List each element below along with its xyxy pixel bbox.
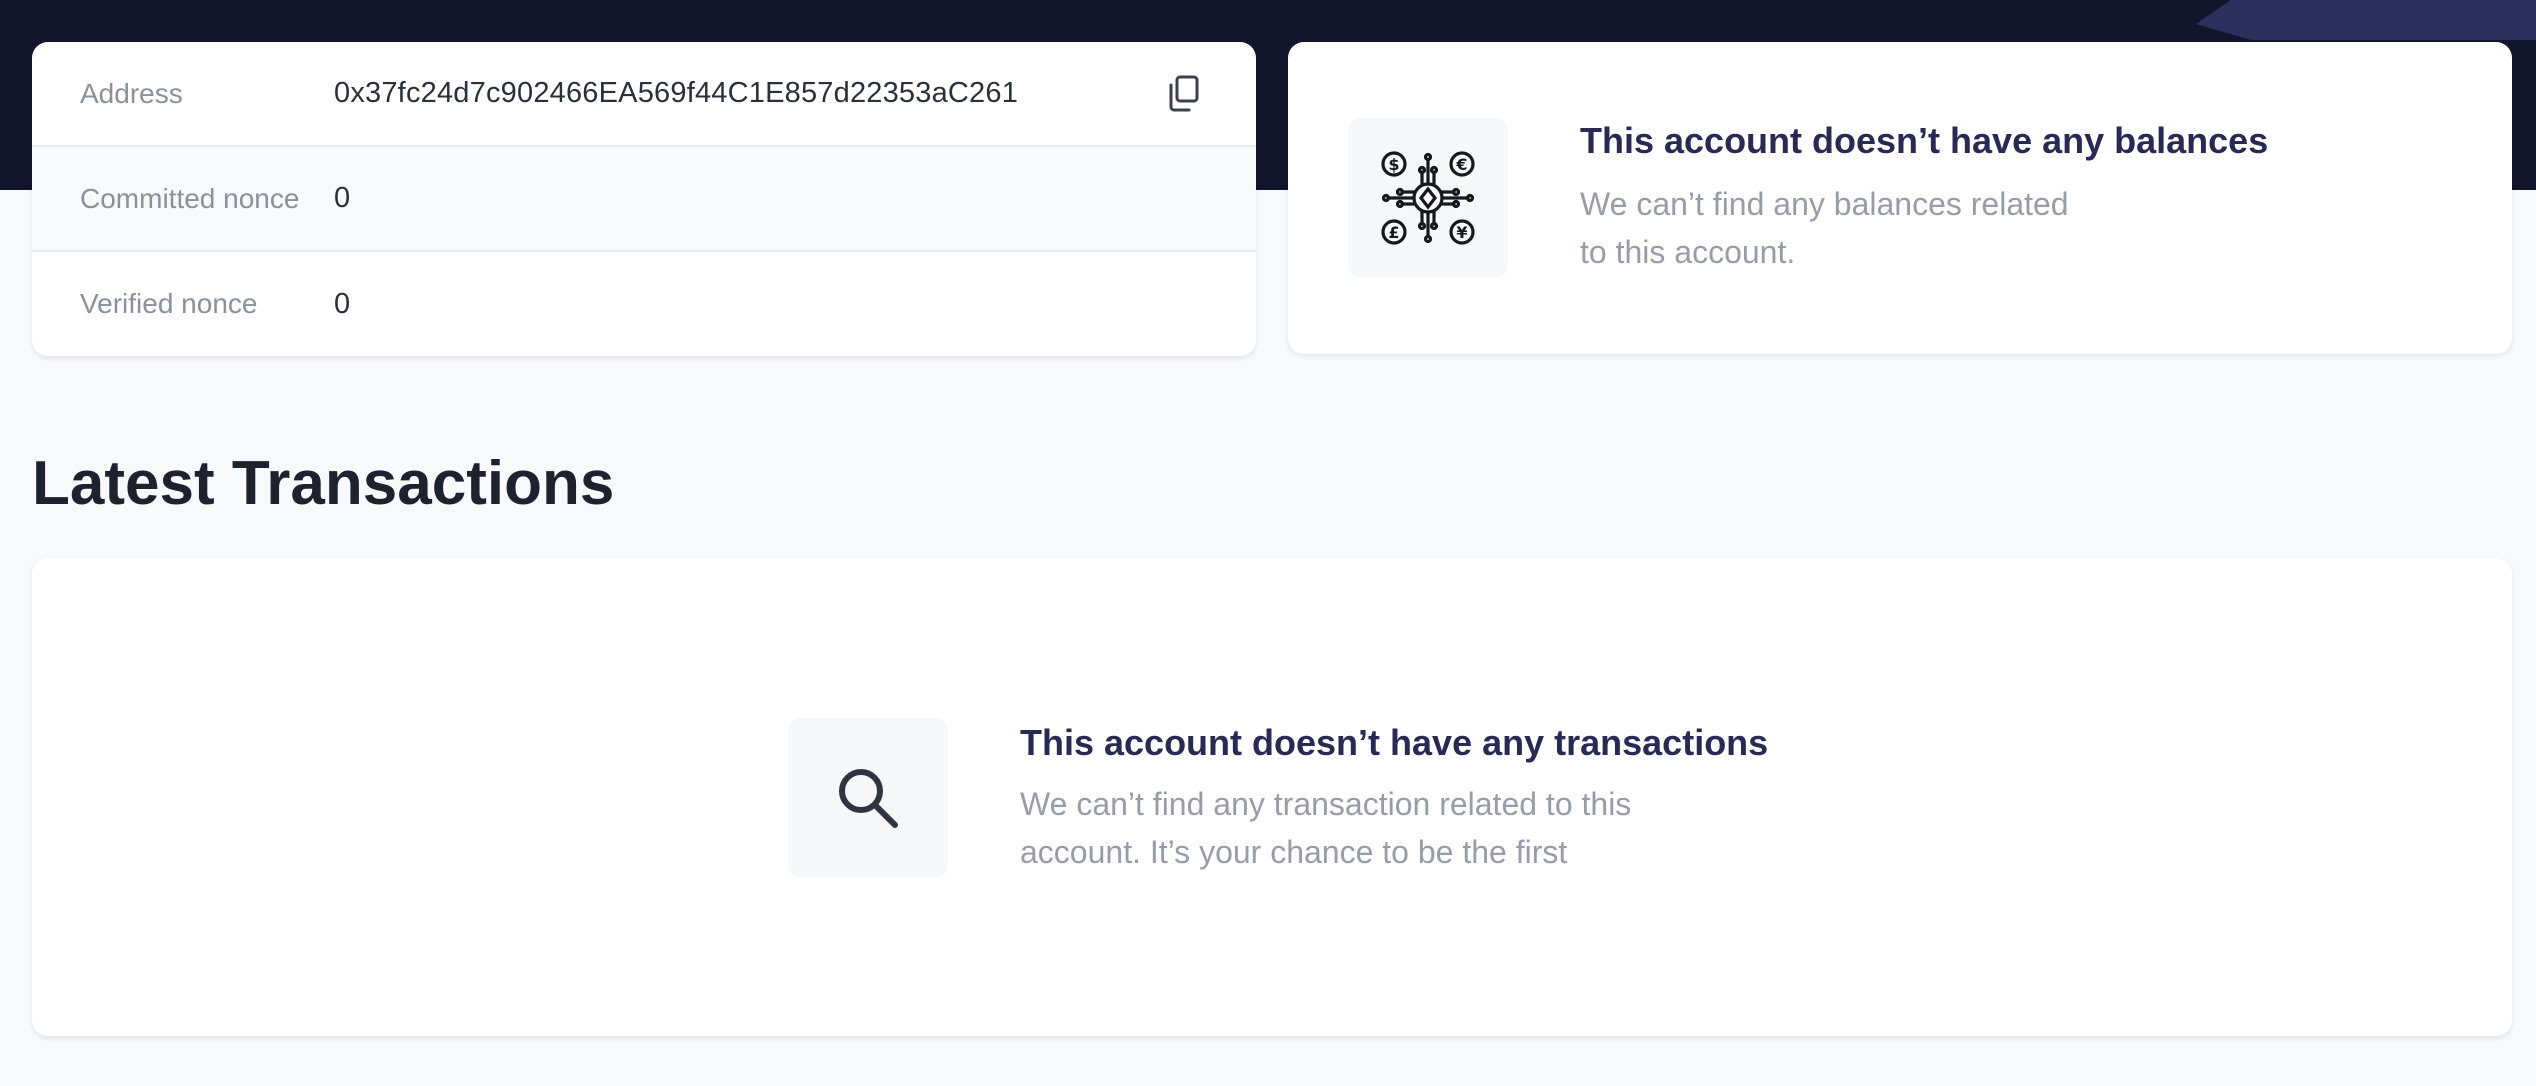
balances-empty-title: This account doesn’t have any balances — [1580, 120, 2269, 161]
search-icon — [839, 769, 898, 828]
balances-empty-description: We can’t find any balances related to th… — [1580, 186, 2069, 270]
balances-card: $ € £ ¥ This account doesn’t have any ba… — [1288, 42, 2512, 354]
verified-nonce-label: Verified nonce — [80, 288, 258, 319]
address-row: Address 0x37fc24d7c902466EA569f44C1E857d… — [32, 42, 1256, 147]
transactions-empty-description: We can’t find any transaction related to… — [1020, 786, 1632, 870]
transactions-empty-title: This account doesn’t have any transactio… — [1020, 722, 1769, 763]
committed-nonce-label: Committed nonce — [80, 182, 300, 214]
copy-address-button[interactable] — [1162, 70, 1206, 118]
header-accent-shape — [2196, 0, 2536, 40]
transactions-card: This account doesn’t have any transactio… — [32, 558, 2512, 1036]
copy-icon — [1169, 75, 1199, 112]
address-label: Address — [80, 77, 183, 109]
address-value[interactable]: 0x37fc24d7c902466EA569f44C1E857d22353aC2… — [334, 77, 1018, 110]
latest-transactions-heading: Latest Transactions — [32, 449, 615, 518]
svg-text:£: £ — [1388, 223, 1399, 242]
svg-text:$: $ — [1388, 155, 1399, 174]
account-info-card: Address 0x37fc24d7c902466EA569f44C1E857d… — [32, 42, 1256, 356]
currency-network-icon: $ € £ ¥ — [1381, 151, 1475, 245]
svg-text:¥: ¥ — [1456, 223, 1467, 242]
svg-text:€: € — [1455, 155, 1467, 174]
committed-nonce-value: 0 — [334, 182, 351, 214]
balances-icon-tile: $ € £ ¥ — [1348, 118, 1508, 278]
transactions-icon-tile — [788, 718, 948, 878]
verified-nonce-row: Verified nonce 0 — [32, 252, 1256, 356]
committed-nonce-row: Committed nonce 0 — [32, 147, 1256, 252]
verified-nonce-value: 0 — [334, 287, 351, 320]
